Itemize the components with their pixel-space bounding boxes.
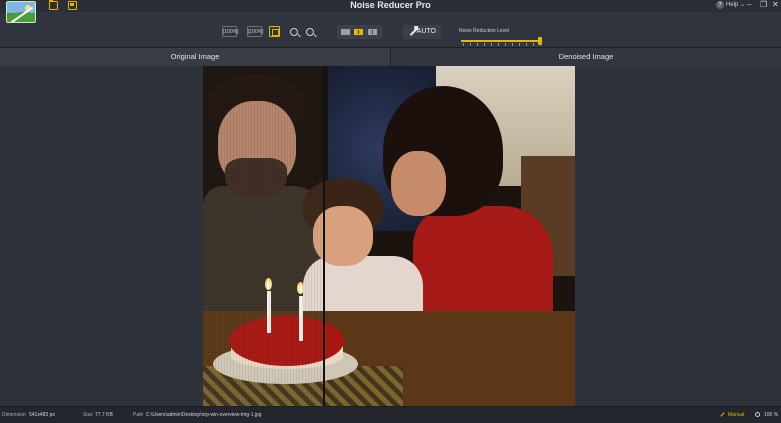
noise-reduction-label: Noise Reduction Level xyxy=(459,28,510,34)
path-value: C:\Users\admin\Desktop\nrp-win-overview-… xyxy=(146,412,262,418)
help-menu[interactable]: ? Help ⌄ xyxy=(716,1,745,10)
photo-noise-overlay xyxy=(203,66,323,406)
close-button[interactable]: ✕ xyxy=(772,0,779,10)
minimize-button[interactable]: – xyxy=(747,0,751,10)
auto-button[interactable]: AUTO xyxy=(403,25,441,39)
denoised-image-tab[interactable]: Denoised Image xyxy=(390,48,781,66)
actual-size-button[interactable]: [100%] xyxy=(247,26,264,37)
path-label: Path xyxy=(133,412,144,418)
auto-label: AUTO xyxy=(416,28,436,35)
original-image-tab[interactable]: Original Image xyxy=(0,48,390,66)
zoom-in-icon[interactable] xyxy=(290,28,298,36)
zoom-out-icon[interactable] xyxy=(306,28,314,36)
dimension-label: Dimension xyxy=(2,412,26,418)
status-bar: Dimension 541x483 px Size 77.7 KB Path C… xyxy=(0,406,781,423)
zoom-level[interactable]: 100 % xyxy=(764,412,778,418)
app-title: Noise Reducer Pro xyxy=(350,0,431,10)
view-mode-group xyxy=(337,25,382,39)
zoom-out-button[interactable]: [100%] xyxy=(222,26,239,37)
title-bar: Noise Reducer Pro ? Help ⌄ – ❐ ✕ xyxy=(0,0,781,23)
side-by-side-icon[interactable] xyxy=(368,29,377,35)
zoom-icon xyxy=(755,412,760,417)
photo-preview xyxy=(203,66,575,406)
help-label: Help xyxy=(726,2,739,8)
size-value: 77.7 KB xyxy=(95,412,113,418)
split-divider-handle[interactable] xyxy=(323,66,325,406)
chevron-down-icon: ⌄ xyxy=(738,2,746,8)
single-view-icon[interactable] xyxy=(341,29,350,35)
noise-reduction-slider[interactable] xyxy=(461,40,541,42)
split-view-icon[interactable] xyxy=(354,29,363,35)
photo-woman-face xyxy=(391,151,446,216)
slider-fill xyxy=(461,40,541,42)
app-logo-icon xyxy=(6,1,36,23)
mode-button[interactable]: Manual xyxy=(728,412,744,418)
dimension-value: 541x483 px xyxy=(29,412,55,418)
wand-icon xyxy=(720,412,725,417)
panel-header: Original Image Denoised Image xyxy=(0,48,781,66)
toolbar: [100%] [100%] AUTO Noise Reduction Level… xyxy=(0,12,781,52)
help-icon: ? xyxy=(716,1,724,9)
image-canvas[interactable] xyxy=(0,66,781,406)
size-label: Size xyxy=(83,412,93,418)
slider-ticks xyxy=(463,43,541,46)
restore-button[interactable]: ❐ xyxy=(760,0,767,10)
fit-to-window-icon[interactable] xyxy=(269,26,280,37)
